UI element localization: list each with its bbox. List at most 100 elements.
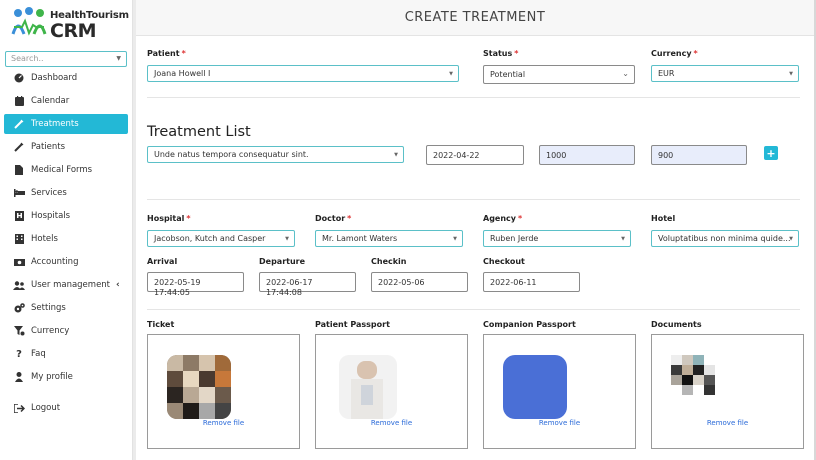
sidebar-item-label: Treatments: [31, 119, 79, 129]
companion-passport-label: Companion Passport: [483, 320, 576, 329]
sidebar-item-label: My profile: [31, 372, 73, 382]
divider: [147, 309, 800, 310]
treatment-date-input[interactable]: 2022-04-22: [426, 145, 524, 165]
currency-value: EUR: [658, 69, 675, 78]
dashboard-icon: [13, 73, 25, 83]
sidebar-item-label: Dashboard: [31, 73, 78, 83]
currency-label: Currency *: [651, 49, 698, 58]
sidebar-item-label: Faq: [31, 349, 46, 359]
logout-icon: [13, 403, 25, 413]
sidebar-item-faq[interactable]: ? Faq: [4, 344, 128, 364]
logout-button[interactable]: Logout: [4, 398, 128, 418]
patient-passport-label: Patient Passport: [315, 320, 390, 329]
hospital-value: Jacobson, Kutch and Casper: [154, 234, 266, 243]
sidebar-item-calendar[interactable]: Calendar: [4, 91, 128, 111]
remove-file-link[interactable]: Remove file: [652, 419, 803, 427]
checkin-label: Checkin: [371, 257, 407, 266]
arrival-input[interactable]: 2022-05-19 17:44:05: [147, 272, 244, 297]
search-placeholder: Search..: [11, 54, 44, 63]
checkout-input[interactable]: 2022-06-11: [483, 272, 580, 292]
arrival-label: Arrival: [147, 257, 178, 266]
sidebar-item-dashboard[interactable]: Dashboard: [4, 68, 128, 88]
ticket-dropzone[interactable]: Remove file: [147, 334, 300, 449]
brand-people-icon: [11, 7, 47, 36]
chevron-down-icon: ▼: [116, 55, 121, 62]
hotel-label: Hotel: [651, 214, 676, 223]
treatment-cost-input[interactable]: 900: [651, 145, 747, 165]
user-icon: [13, 372, 25, 382]
search-input[interactable]: Search.. ▼: [5, 51, 127, 67]
treatment-value: Unde natus tempora consequatur sint.: [154, 150, 309, 159]
add-treatment-button[interactable]: +: [764, 146, 778, 160]
money-icon: [13, 257, 25, 267]
question-icon: ?: [16, 348, 22, 360]
status-label: Status *: [483, 49, 519, 58]
patient-select[interactable]: Joana Howell I ▼: [147, 65, 459, 82]
sidebar-item-treatments[interactable]: Treatments: [4, 114, 128, 134]
chevron-down-icon: ▼: [449, 71, 453, 77]
sidebar-item-label: Logout: [31, 403, 61, 413]
pencil-icon: [13, 142, 25, 152]
status-select[interactable]: Potential ⌄: [483, 65, 635, 84]
companion-passport-dropzone[interactable]: Remove file: [483, 334, 636, 449]
doctor-label: Doctor *: [315, 214, 352, 223]
checkout-label: Checkout: [483, 257, 525, 266]
sidebar-item-settings[interactable]: Settings: [4, 298, 128, 318]
documents-dropzone[interactable]: Remove file: [651, 334, 804, 449]
remove-file-link[interactable]: Remove file: [148, 419, 299, 427]
sidebar-item-my-profile[interactable]: My profile: [4, 367, 128, 387]
sidebar-item-hotels[interactable]: Hotels: [4, 229, 128, 249]
sidebar-item-patients[interactable]: Patients: [4, 137, 128, 157]
documents-label: Documents: [651, 320, 702, 329]
departure-label: Departure: [259, 257, 306, 266]
currency-select[interactable]: EUR ▼: [651, 65, 799, 82]
remove-file-link[interactable]: Remove file: [484, 419, 635, 427]
sidebar-item-currency[interactable]: Currency: [4, 321, 128, 341]
sidebar-item-label: Patients: [31, 142, 66, 152]
calendar-icon: [13, 96, 25, 106]
chevron-down-icon: ▼: [621, 236, 625, 242]
treatment-list-title: Treatment List: [147, 124, 251, 140]
hotel-select[interactable]: Voluptatibus non minima quide... ▼: [651, 230, 799, 247]
divider: [147, 199, 800, 200]
sidebar: HealthTourism CRM Search.. ▼ Dashboard C…: [0, 0, 133, 460]
sidebar-item-medical-forms[interactable]: Medical Forms: [4, 160, 128, 180]
sidebar-item-hospitals[interactable]: Hospitals: [4, 206, 128, 226]
sidebar-item-accounting[interactable]: Accounting: [4, 252, 128, 272]
gears-icon: [13, 303, 25, 313]
treatment-select[interactable]: Unde natus tempora consequatur sint. ▼: [147, 146, 404, 163]
filter-icon: [13, 326, 25, 336]
agency-select[interactable]: Ruben Jerde ▼: [483, 230, 631, 247]
syringe-icon: [13, 119, 25, 129]
treatment-price-input[interactable]: 1000: [539, 145, 635, 165]
chevron-down-icon: ▼: [394, 152, 398, 158]
checkin-input[interactable]: 2022-05-06: [371, 272, 468, 292]
agency-label: Agency *: [483, 214, 523, 223]
brand-logo[interactable]: HealthTourism CRM: [10, 6, 130, 44]
chevron-left-icon: ‹: [116, 280, 120, 290]
hospital-icon: [13, 211, 25, 221]
patient-passport-dropzone[interactable]: Remove file: [315, 334, 468, 449]
sidebar-item-label: Services: [31, 188, 67, 198]
divider: [147, 97, 800, 98]
file-icon: [13, 165, 25, 175]
sidebar-item-label: Calendar: [31, 96, 70, 106]
ticket-thumbnail: [167, 355, 231, 419]
chevron-down-icon: ▼: [789, 71, 793, 77]
doctor-select[interactable]: Mr. Lamont Waters ▼: [315, 230, 463, 247]
sidebar-item-services[interactable]: Services: [4, 183, 128, 203]
chevron-down-icon: ⌄: [622, 69, 629, 78]
sidebar-item-label: Medical Forms: [31, 165, 93, 175]
ticket-label: Ticket: [147, 320, 175, 329]
companion-passport-thumbnail: [503, 355, 567, 419]
sidebar-item-label: Settings: [31, 303, 66, 313]
sidebar-item-user-management[interactable]: User management ‹: [4, 275, 128, 295]
sidebar-item-label: Hospitals: [31, 211, 71, 221]
sidebar-item-label: Currency: [31, 326, 70, 336]
hospital-select[interactable]: Jacobson, Kutch and Casper ▼: [147, 230, 295, 247]
documents-thumbnail: [671, 355, 715, 395]
users-icon: [13, 280, 25, 290]
remove-file-link[interactable]: Remove file: [316, 419, 467, 427]
bed-icon: [13, 188, 25, 198]
departure-input[interactable]: 2022-06-17 17:44:08: [259, 272, 356, 297]
